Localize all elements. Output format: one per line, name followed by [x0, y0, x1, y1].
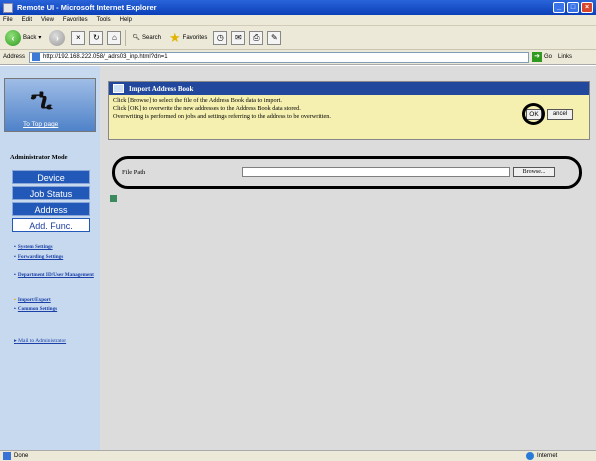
security-zone: Internet	[526, 452, 596, 460]
link-import-export[interactable]: ▪ Import/Export	[14, 297, 94, 303]
back-label: Back	[23, 34, 37, 41]
page-icon	[32, 53, 41, 61]
file-path-row: File Path Browse...	[122, 165, 572, 179]
sidebar: ኂ To Top page Administrator Mode Device …	[0, 66, 100, 450]
nav-device[interactable]: Device	[12, 170, 90, 184]
mail-icon[interactable]: ✉	[231, 30, 246, 45]
instruction-line: Click [OK] to overwrite the new addresse…	[113, 105, 301, 112]
nav-job-status[interactable]: Job Status	[12, 186, 90, 200]
globe-icon	[526, 452, 534, 460]
address-label: Address	[3, 54, 26, 60]
remote-ui-logo-icon: ኂ	[31, 83, 53, 114]
file-path-input[interactable]	[242, 167, 510, 177]
link-system-settings[interactable]: ▪ System Settings	[14, 244, 94, 250]
status-left: Done	[3, 452, 526, 460]
zone-label: Internet	[537, 453, 558, 459]
nav-address[interactable]: Address	[12, 202, 90, 216]
instruction-line: Click [Browse] to select the file of the…	[113, 97, 282, 104]
ie-app-icon	[3, 2, 13, 13]
instruction-line: Overwriting is performed on jobs and set…	[113, 113, 331, 120]
nav-add-func[interactable]: Add. Func.	[12, 218, 90, 232]
history-icon[interactable]: ◷	[213, 30, 228, 45]
back-to-top-icon[interactable]	[110, 195, 117, 202]
go-label: Go	[544, 54, 553, 60]
highlight-circle	[522, 103, 545, 125]
link-label: Import/Export	[17, 297, 51, 303]
go-arrow-icon: ➜	[532, 52, 543, 62]
import-header-panel: Import Address Book Click [Browse] to se…	[108, 81, 590, 140]
go-button[interactable]: ➜ Go	[532, 52, 552, 62]
bullet-icon: ▪	[14, 254, 16, 260]
cancel-button[interactable]: ancel	[547, 109, 573, 120]
link-label: Forwarding Settings	[17, 254, 64, 260]
link-label: Department ID/User Management	[17, 272, 94, 278]
forward-button[interactable]: ›	[47, 29, 67, 47]
refresh-icon[interactable]: ↻	[89, 30, 104, 45]
page-content: ኂ To Top page Administrator Mode Device …	[0, 66, 596, 450]
back-arrow-icon: ‹	[5, 29, 21, 46]
menu-favorites[interactable]: Favorites	[63, 17, 88, 23]
mode-label: Administrator Mode	[10, 154, 68, 161]
mail-to-admin-link[interactable]: ▸ Mail to Administrator	[14, 338, 66, 345]
close-button[interactable]: ×	[581, 2, 593, 13]
main-panel: Import Address Book Click [Browse] to se…	[100, 66, 596, 450]
menu-tools[interactable]: Tools	[97, 17, 111, 23]
minimize-button[interactable]: _	[553, 2, 565, 13]
instructions: Click [Browse] to select the file of the…	[109, 95, 589, 123]
panel-title: Import Address Book	[129, 84, 194, 93]
link-forwarding-settings[interactable]: ▪ Forwarding Settings	[14, 254, 94, 260]
browse-button[interactable]: Browse...	[513, 167, 555, 177]
menu-file[interactable]: File	[3, 17, 13, 23]
panel-title-bar: Import Address Book	[109, 82, 589, 95]
menu-help[interactable]: Help	[120, 17, 132, 23]
window-title: Remote UI - Microsoft Internet Explorer	[17, 3, 157, 12]
address-url: http://192.168.222.058/_adrs03_inp.html?…	[43, 54, 168, 60]
address-input[interactable]: http://192.168.222.058/_adrs03_inp.html?…	[29, 51, 530, 63]
address-book-icon	[113, 84, 124, 93]
bullet-icon: ▪	[14, 306, 16, 312]
top-page-label: To Top page	[23, 121, 59, 128]
edit-icon[interactable]: ✎	[267, 30, 282, 45]
links-label[interactable]: Links	[558, 54, 572, 60]
star-icon: ★	[169, 29, 181, 45]
window-titlebar: Remote UI - Microsoft Internet Explorer …	[0, 0, 596, 15]
favorites-button[interactable]: ★ Favorites	[167, 30, 209, 46]
maximize-button[interactable]: □	[567, 2, 579, 13]
bullet-icon: ▪	[14, 272, 16, 278]
browser-toolbar: ‹ Back ▾ › × ↻ ⌂ 🔍︎ Search ★ Favorites ◷…	[0, 26, 596, 50]
chevron-down-icon[interactable]: ▾	[38, 34, 41, 41]
print-icon[interactable]: ⎙	[249, 30, 264, 45]
address-bar: Address http://192.168.222.058/_adrs03_i…	[0, 50, 596, 65]
status-text: Done	[14, 453, 29, 459]
mail-link-label: Mail to Administrator	[18, 338, 67, 344]
link-common-settings[interactable]: ▪ Common Settings	[14, 306, 94, 312]
favorites-label: Favorites	[182, 34, 208, 41]
top-page-button[interactable]: ኂ To Top page	[4, 78, 96, 132]
link-department-id[interactable]: ▪ Department ID/User Management	[14, 272, 94, 278]
link-label: Common Settings	[17, 306, 58, 312]
menu-bar: File Edit View Favorites Tools Help	[0, 15, 596, 26]
search-label: Search	[141, 34, 161, 41]
home-icon[interactable]: ⌂	[107, 30, 122, 45]
back-button[interactable]: ‹ Back ▾	[3, 29, 43, 47]
file-path-label: File Path	[122, 168, 146, 176]
toolbar-separator	[125, 29, 127, 46]
link-label: System Settings	[17, 244, 53, 250]
page-done-icon	[3, 452, 11, 460]
search-icon: 🔍︎	[132, 35, 140, 41]
arrow-right-icon: ▸	[14, 338, 17, 344]
menu-edit[interactable]: Edit	[22, 17, 32, 23]
window-controls: _ □ ×	[553, 2, 593, 13]
forward-arrow-icon: ›	[49, 29, 66, 46]
search-button[interactable]: 🔍︎ Search	[130, 33, 163, 42]
bullet-active-icon: ▪	[14, 297, 16, 303]
bullet-icon: ▪	[14, 244, 16, 250]
menu-view[interactable]: View	[41, 17, 54, 23]
stop-icon[interactable]: ×	[71, 30, 86, 45]
status-bar: Done Internet	[0, 450, 596, 461]
